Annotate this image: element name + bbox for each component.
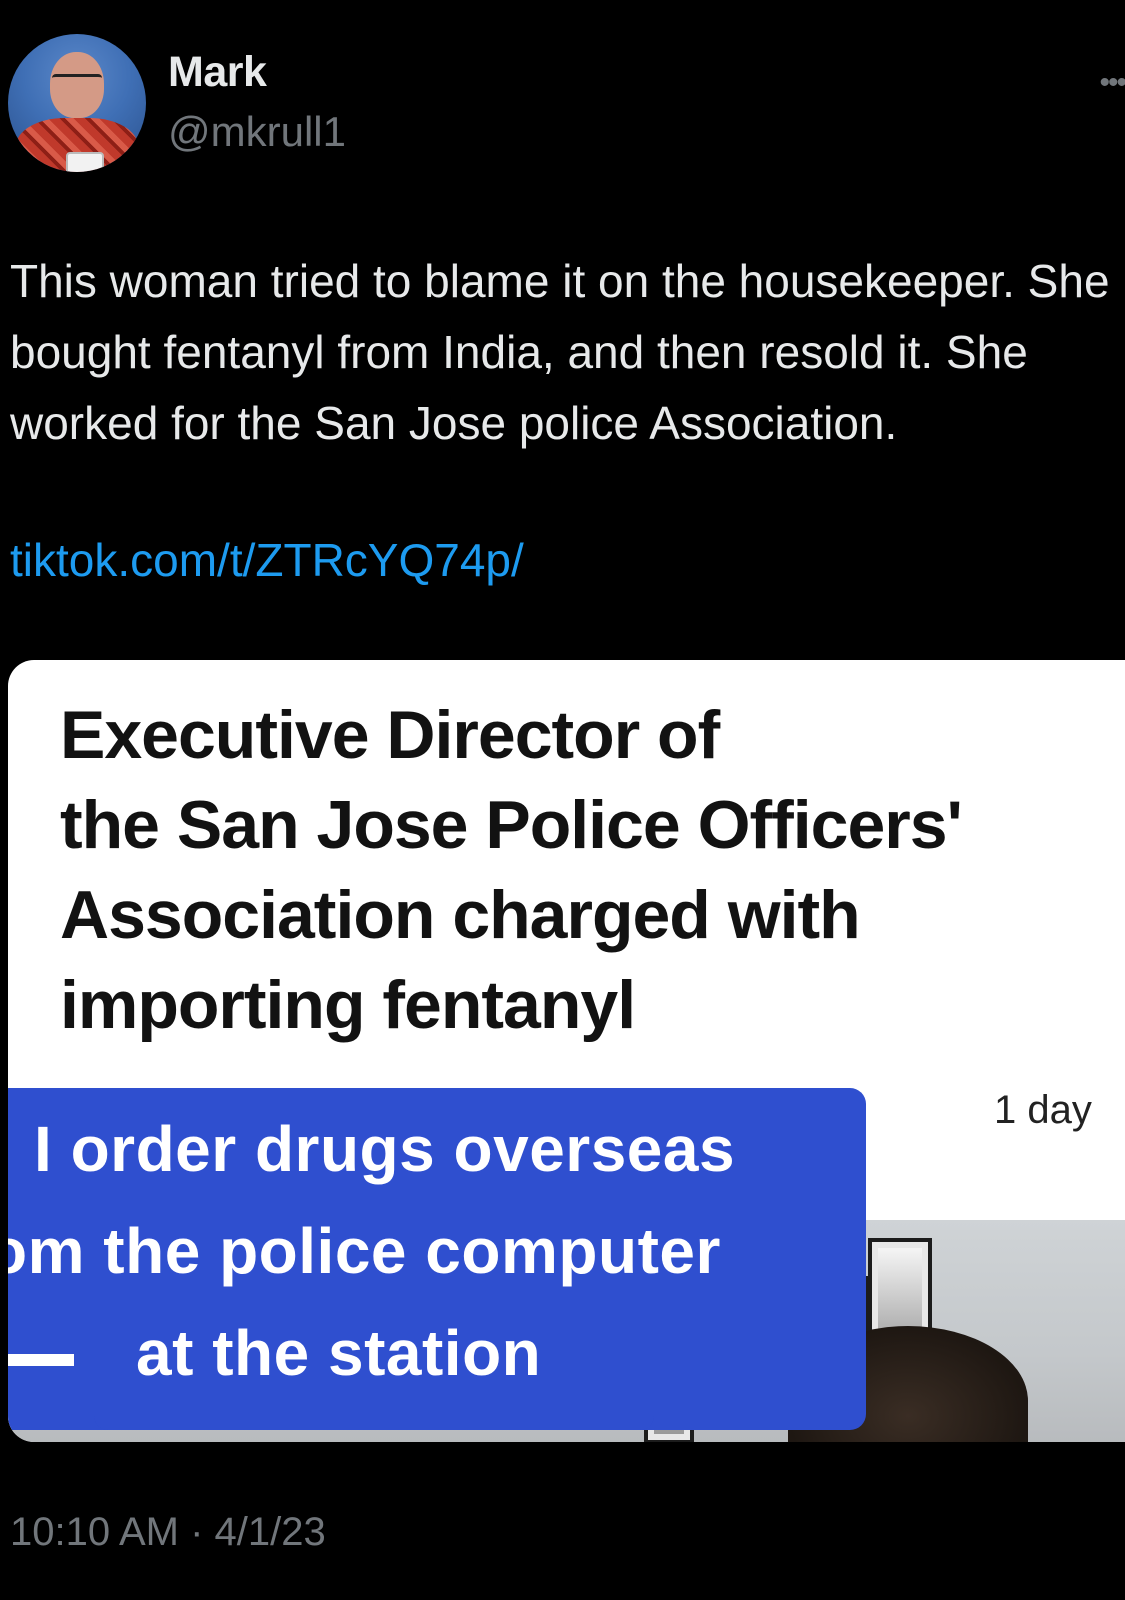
tweet-link[interactable]: tiktok.com/t/ZTRcYQ74p/: [10, 530, 524, 590]
caption-dash: [8, 1354, 74, 1366]
avatar-glasses: [52, 74, 102, 89]
caption-line-1: I order drugs overseas: [34, 1113, 736, 1185]
author-handle[interactable]: @mkrull1: [168, 108, 346, 156]
caption-line-2: om the police computer: [8, 1215, 721, 1287]
more-options-icon[interactable]: •••: [1099, 66, 1125, 100]
tweet: Mark @mkrull1 ••• This woman tried to bl…: [0, 0, 1125, 1600]
avatar-mug: [66, 152, 104, 172]
caption-line-3: at the station: [136, 1317, 542, 1389]
media-time-ago: 1 day: [994, 1088, 1092, 1132]
author-avatar[interactable]: [8, 34, 146, 172]
media-image[interactable]: Executive Director of the San Jose Polic…: [8, 660, 1125, 1442]
author-name[interactable]: Mark: [168, 48, 267, 97]
tweet-text: This woman tried to blame it on the hous…: [10, 255, 1110, 449]
media-headline: Executive Director of the San Jose Polic…: [60, 697, 963, 1043]
tweet-timestamp[interactable]: 10:10 AM · 4/1/23: [10, 1510, 326, 1555]
